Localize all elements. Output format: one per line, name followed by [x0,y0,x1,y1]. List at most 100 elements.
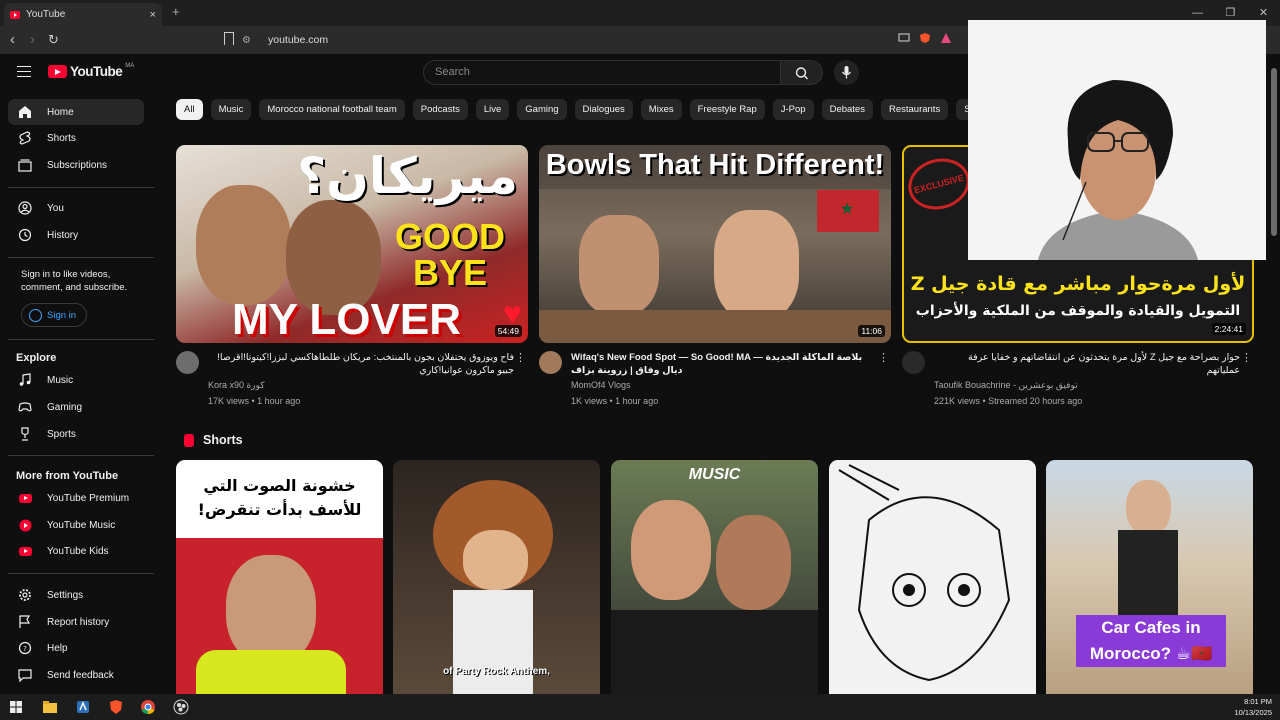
sidebar-item-report-history[interactable]: Report history [8,609,144,635]
youtube-favicon-icon [10,10,20,19]
short-card[interactable]: MUSIC [611,460,818,694]
chip-live[interactable]: Live [475,99,510,120]
toolbar-extensions [898,32,952,44]
reload-icon[interactable]: ↻ [48,31,59,49]
video-card[interactable]: ميريكان؟ GOOD BYE MY LOVER ♥ 54:49 فاح و… [176,145,528,419]
scrollbar-thumb[interactable] [1271,68,1277,236]
channel-name[interactable]: Kora x90 كورة [208,380,265,391]
short-card[interactable]: Car Cafes in Morocco? ☕🇲🇦 [1046,460,1253,694]
sidebar-item-label: Report history [47,616,110,628]
youtube-music-icon [19,519,31,531]
youtube-logo[interactable]: YouTube MA [48,63,134,79]
video-duration: 54:49 [494,325,522,337]
chip-debates[interactable]: Debates [821,99,873,120]
thumbnail-text: ميريكان؟ [297,147,518,205]
search-input[interactable]: Search [423,60,781,85]
rewards-icon[interactable] [940,32,952,44]
sidebar-item-music[interactable]: Music [8,367,144,393]
person-image [196,185,291,305]
new-tab-button[interactable]: + [172,4,180,19]
chip-freestyle-rap[interactable]: Freestyle Rap [689,99,765,120]
manga-illustration [838,464,1011,682]
channel-name[interactable]: MomOf4 Vlogs [571,380,631,390]
voice-search-button[interactable] [834,60,859,85]
short-card[interactable]: of Party Rock Anthem, [393,460,600,694]
video-title[interactable]: حوار بصراحة مع جيل Z لأول مرة يتحدثون عن… [934,351,1240,377]
chip-mixes[interactable]: Mixes [640,99,682,120]
site-settings-icon[interactable]: ⚙ [242,35,256,46]
tab-close-icon[interactable]: × [150,9,156,21]
video-title[interactable]: فاح ويوزوق يحتفلان بجون بالمنتخب: مريكان… [208,351,514,377]
clock-date: 10/13/2025 [1234,708,1272,717]
user-icon [18,201,32,215]
short-card[interactable]: خشونة الصوت التي للأسف بدأت تنقرض! [176,460,383,694]
sidebar-item-sports[interactable]: Sports [8,421,144,447]
short-card[interactable] [829,460,1036,694]
address-bar[interactable]: ⚙ youtube.com [242,29,962,51]
bookmark-icon[interactable] [224,32,234,45]
signin-prompt: Sign in to like videos, comment, and sub… [21,269,128,293]
history-icon [18,228,32,242]
chip-all[interactable]: All [176,99,203,120]
page-scrollbar[interactable] [1268,54,1280,694]
sidebar-item-label: You [47,202,64,214]
more-options-icon[interactable]: ⋮ [878,351,889,364]
sidebar-item-subscriptions[interactable]: Subscriptions [8,152,144,178]
help-icon: ? [18,641,32,655]
back-icon[interactable]: ‹ [10,31,15,49]
chip-j-pop[interactable]: J-Pop [772,99,814,120]
sidebar-item-history[interactable]: History [8,222,144,248]
channel-name[interactable]: Taoufik Bouachrine - توفيق بوعشرين [934,380,1078,391]
channel-avatar[interactable] [176,351,199,374]
sidebar-item-help[interactable]: ? Help [8,635,144,661]
app-icon[interactable] [75,699,91,715]
sidebar-item-home[interactable]: Home [8,99,144,125]
tab-title: YouTube [26,9,66,20]
sidebar-item-send-feedback[interactable]: Send feedback [8,662,144,688]
channel-avatar[interactable] [539,351,562,374]
sidebar-item-youtube-music[interactable]: YouTube Music [8,512,144,538]
windows-start-icon[interactable] [8,699,24,715]
system-clock[interactable]: 8:01 PM 10/13/2025 [1234,696,1272,718]
cast-icon[interactable] [898,32,910,44]
sidebar-item-you[interactable]: You [8,195,144,221]
feedback-icon [18,669,32,682]
brave-browser-icon[interactable] [108,699,124,715]
chip-dialogues[interactable]: Dialogues [574,99,633,120]
person-image [714,210,799,320]
sidebar-item-gaming[interactable]: Gaming [8,394,144,420]
chip-music[interactable]: Music [210,99,252,120]
chip-morocco-football[interactable]: Morocco national football team [259,99,405,120]
more-options-icon[interactable]: ⋮ [1241,351,1252,364]
sidebar-item-youtube-premium[interactable]: YouTube Premium [8,485,144,511]
file-explorer-icon[interactable] [42,699,58,715]
signin-button[interactable]: Sign in [21,303,87,327]
forward-icon[interactable]: › [30,31,35,49]
browser-tab[interactable]: YouTube × [4,3,162,26]
channel-avatar[interactable] [902,351,925,374]
sidebar-item-shorts[interactable]: Shorts [8,125,144,151]
trophy-icon [21,427,29,441]
more-options-icon[interactable]: ⋮ [515,351,526,364]
person-image [1126,480,1171,535]
sidebar-item-label: Sports [47,428,76,440]
search-button[interactable] [781,60,823,85]
brave-shield-icon[interactable] [919,32,931,44]
chrome-icon[interactable] [140,699,156,715]
sidebar-item-label: YouTube Premium [47,492,130,504]
sidebar-item-label: Send feedback [47,669,114,681]
chip-gaming[interactable]: Gaming [517,99,567,120]
obs-icon[interactable] [173,699,189,715]
chip-restaurants[interactable]: Restaurants [880,99,949,120]
chip-podcasts[interactable]: Podcasts [412,99,468,120]
video-thumbnail[interactable]: ميريكان؟ GOOD BYE MY LOVER ♥ 54:49 [176,145,528,343]
video-title[interactable]: Wifaq's New Food Spot — So Good! MA — بل… [571,351,877,377]
subscriptions-icon [18,159,32,172]
sidebar-item-settings[interactable]: Settings [8,582,144,608]
shorts-heading-label: Shorts [203,433,243,447]
menu-icon[interactable] [17,66,31,77]
sidebar-item-youtube-kids[interactable]: YouTube Kids [8,538,144,564]
chip-st[interactable]: St [956,99,968,120]
video-thumbnail[interactable]: Bowls That Hit Different! ★ 11:06 [539,145,891,343]
video-card[interactable]: Bowls That Hit Different! ★ 11:06 Wifaq'… [539,145,891,419]
